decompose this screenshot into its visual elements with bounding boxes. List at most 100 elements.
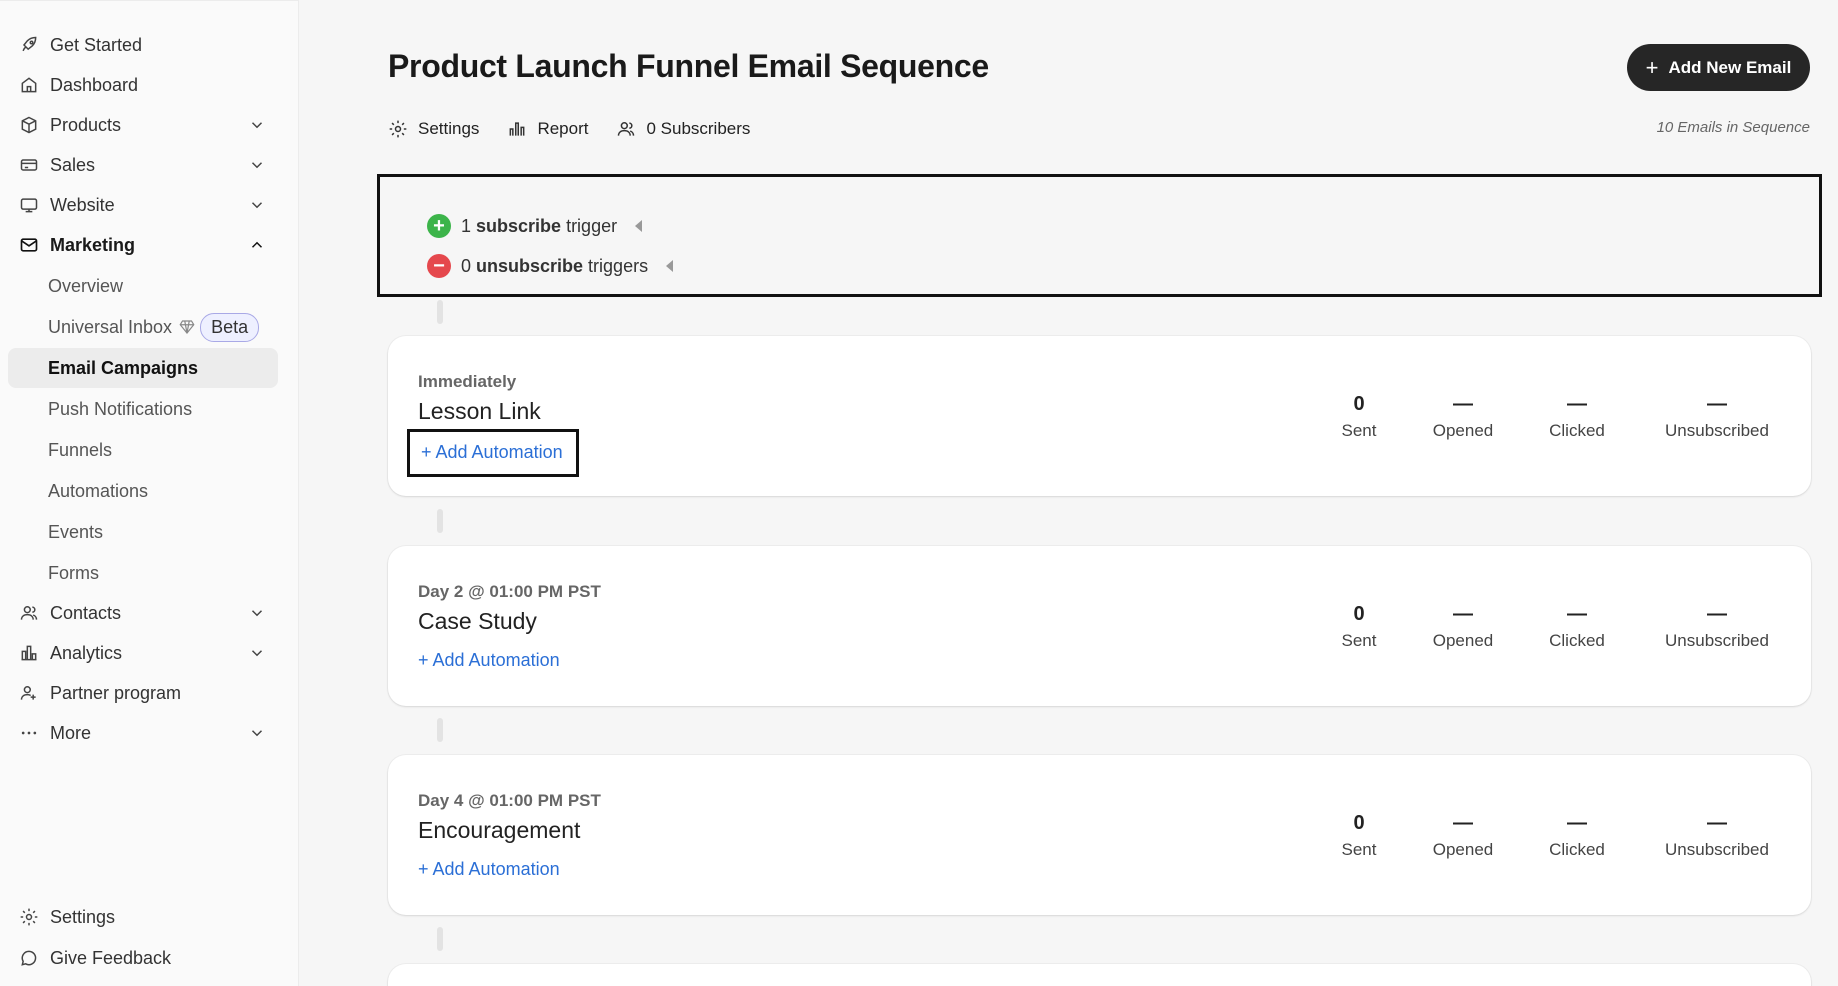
chevron-down-icon[interactable]	[248, 156, 266, 174]
settings-tab[interactable]: Settings	[388, 119, 479, 139]
sidebar-item-analytics[interactable]: Analytics	[8, 633, 278, 673]
stat-label: Sent	[1341, 421, 1377, 440]
stat-value: —	[1453, 393, 1473, 415]
sidebar-item-label: Sales	[50, 154, 96, 175]
mail-icon	[18, 234, 40, 256]
stat-label: Opened	[1432, 840, 1494, 859]
sidebar-subitem-label: Funnels	[48, 439, 113, 460]
email-card[interactable]: Day 2 @ 01:00 PM PST Case Study + Add Au…	[388, 546, 1811, 706]
chevron-down-icon[interactable]	[248, 644, 266, 662]
caret-left-icon[interactable]	[666, 260, 674, 272]
caret-left-icon[interactable]	[635, 220, 643, 232]
stat-clicked: — Clicked	[1527, 603, 1627, 651]
sidebar: Get Started Dashboard Products Sales Web…	[0, 0, 299, 986]
stat-opened: — Opened	[1413, 812, 1513, 860]
report-tab[interactable]: Report	[507, 119, 588, 139]
gear-icon	[18, 906, 40, 928]
gear-icon	[389, 120, 407, 138]
stat-value: —	[1707, 603, 1727, 625]
sidebar-subitem-label: Push Notifications	[48, 398, 193, 419]
sidebar-subitem-universal-inbox[interactable]: Universal Inbox Beta	[8, 307, 278, 347]
sidebar-item-marketing[interactable]: Marketing	[8, 225, 278, 265]
sequence-toolbar: Settings Report 0 Subscribers	[388, 119, 778, 139]
stat-sent: 0 Sent	[1329, 603, 1389, 651]
sidebar-subitem-automations[interactable]: Automations	[8, 471, 278, 511]
add-automation-link[interactable]: + Add Automation	[407, 429, 579, 477]
sidebar-item-products[interactable]: Products	[8, 105, 278, 145]
stat-sent: 0 Sent	[1329, 812, 1389, 860]
monitor-icon	[18, 194, 40, 216]
sidebar-item-label: Get Started	[50, 34, 143, 55]
stat-sent: 0 Sent	[1329, 393, 1389, 441]
email-card[interactable]: Day 4 @ 01:00 PM PST Encouragement + Add…	[388, 755, 1811, 915]
sidebar-item-settings[interactable]: Settings	[8, 897, 278, 937]
add-automation-link[interactable]: + Add Automation	[418, 650, 560, 671]
sidebar-item-give-feedback[interactable]: Give Feedback	[8, 938, 278, 978]
stat-opened: — Opened	[1413, 393, 1513, 441]
sidebar-subitem-label: Automations	[48, 480, 149, 501]
stat-value: —	[1707, 393, 1727, 415]
add-automation-link[interactable]: + Add Automation	[418, 859, 560, 880]
unsubscribe-trigger-row[interactable]: − 0 unsubscribe triggers	[427, 254, 674, 278]
chat-icon	[18, 947, 40, 969]
chevron-down-icon[interactable]	[248, 116, 266, 134]
beta-badge: Beta	[200, 312, 260, 342]
stat-label: Clicked	[1549, 421, 1605, 440]
sidebar-item-label: Contacts	[50, 602, 122, 623]
unsubscribe-trigger-keyword: unsubscribe	[476, 255, 584, 276]
sidebar-item-label: Products	[50, 114, 122, 135]
sidebar-item-website[interactable]: Website	[8, 185, 278, 225]
sidebar-item-get-started[interactable]: Get Started	[8, 25, 278, 65]
stat-value: —	[1453, 812, 1473, 834]
sidebar-item-partner-program[interactable]: Partner program	[8, 673, 278, 713]
settings-tab-label: Settings	[418, 119, 480, 138]
sidebar-item-dashboard[interactable]: Dashboard	[8, 65, 278, 105]
email-card[interactable]: Immediately Lesson Link + Add Automation…	[388, 336, 1811, 496]
sidebar-subitem-forms[interactable]: Forms	[8, 553, 278, 593]
subscribers-tab-label: 0 Subscribers	[646, 119, 751, 138]
sidebar-item-more[interactable]: More	[8, 713, 278, 753]
sidebar-item-label: Partner program	[50, 682, 182, 703]
stat-clicked: — Clicked	[1527, 812, 1627, 860]
sidebar-subitem-events[interactable]: Events	[8, 512, 278, 552]
sidebar-item-sales[interactable]: Sales	[8, 145, 278, 185]
sidebar-item-label: More	[50, 722, 92, 743]
sidebar-subitem-email-campaigns[interactable]: Email Campaigns	[8, 348, 278, 388]
email-name[interactable]: Lesson Link	[418, 398, 541, 425]
stat-value: 0	[1353, 603, 1365, 625]
stat-label: Clicked	[1549, 631, 1605, 650]
stat-label: Clicked	[1549, 840, 1605, 859]
email-name[interactable]: Encouragement	[418, 817, 580, 844]
stat-value: —	[1707, 812, 1727, 834]
email-name[interactable]: Case Study	[418, 608, 537, 635]
stat-label: Unsubscribed	[1665, 840, 1769, 859]
sequence-connector	[437, 300, 443, 324]
stat-unsubscribed: — Unsubscribed	[1652, 393, 1782, 441]
sidebar-subitem-label: Email Campaigns	[48, 357, 199, 378]
sidebar-subitem-label: Universal Inbox	[48, 316, 173, 337]
unsubscribe-trigger-count: 0	[461, 255, 472, 276]
triggers-panel: + 1 subscribe trigger − 0 unsubscribe tr…	[377, 174, 1822, 297]
chevron-down-icon[interactable]	[248, 196, 266, 214]
chevron-down-icon[interactable]	[248, 724, 266, 742]
chevron-down-icon[interactable]	[248, 604, 266, 622]
subscribe-trigger-row[interactable]: + 1 subscribe trigger	[427, 214, 643, 238]
sidebar-item-contacts[interactable]: Contacts	[8, 593, 278, 633]
home-icon	[18, 74, 40, 96]
subscribers-tab[interactable]: 0 Subscribers	[616, 119, 750, 139]
add-new-email-button[interactable]: + Add New Email	[1627, 44, 1810, 91]
chevron-up-icon[interactable]	[248, 236, 266, 254]
sidebar-subitem-push-notifications[interactable]: Push Notifications	[8, 389, 278, 429]
bar-chart-icon	[510, 122, 525, 136]
sidebar-item-label: Website	[50, 194, 115, 215]
sidebar-subitem-overview[interactable]: Overview	[8, 266, 278, 306]
sidebar-item-label: Dashboard	[50, 74, 139, 95]
credit-card-icon	[18, 154, 40, 176]
stat-label: Opened	[1432, 631, 1494, 650]
email-schedule: Day 4 @ 01:00 PM PST	[418, 791, 601, 810]
sidebar-item-label: Settings	[50, 906, 116, 927]
sidebar-subitem-funnels[interactable]: Funnels	[8, 430, 278, 470]
email-card[interactable]	[388, 964, 1811, 986]
stat-value: —	[1567, 393, 1587, 415]
diamond-icon	[179, 320, 195, 334]
